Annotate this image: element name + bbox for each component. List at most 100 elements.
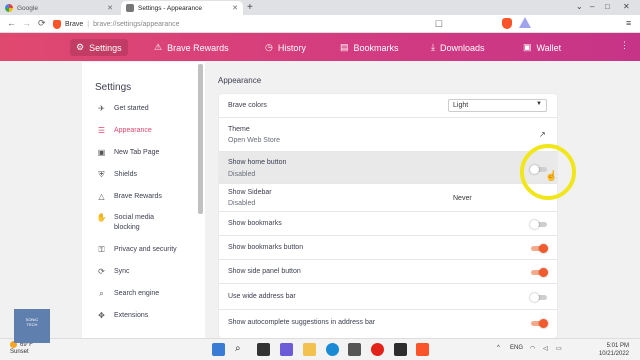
setting-subtitle: Open Web Store	[228, 137, 281, 144]
windows-taskbar: 69°F Sunset ⌕ ^ ENG ◠ ◁ ▭ 5:01 PM 10/21/…	[0, 338, 640, 360]
show-autocomplete-suggestions-toggle[interactable]	[530, 319, 548, 328]
channel-watermark: SONIC TECH	[14, 309, 50, 343]
store-icon[interactable]	[348, 343, 361, 356]
url-text[interactable]: brave://settings/appearance	[93, 21, 179, 28]
sidebar-item-privacy-and-security[interactable]: ⚿ Privacy and security	[96, 245, 196, 255]
minimize-button[interactable]: –	[590, 2, 594, 11]
external-link-icon[interactable]: ↗	[539, 130, 546, 139]
sidebar-scrollbar[interactable]	[198, 64, 203, 214]
rewards-icon: △	[98, 192, 105, 201]
use-wide-address-bar-toggle[interactable]	[530, 293, 548, 302]
show-side-panel-button-toggle[interactable]	[530, 268, 548, 277]
more-icon[interactable]: ⋮	[620, 40, 629, 51]
weather-desc: Sunset	[10, 349, 29, 356]
brave-rewards-icon[interactable]	[519, 17, 531, 28]
new-tab-icon: ▣	[97, 148, 106, 157]
back-button[interactable]: ←	[7, 18, 16, 28]
setting-title: Show side panel button	[228, 268, 301, 275]
nav-settings[interactable]: ⚙ Settings	[70, 39, 128, 56]
windows-start-icon[interactable]	[212, 343, 225, 356]
sidebar-item-new-tab-page[interactable]: ▣ New Tab Page	[96, 148, 196, 158]
settings-top-nav: ⚙ Settings ⚠ Brave Rewards ◷ History ▤ B…	[0, 33, 640, 61]
setting-row-show-side-panel-button[interactable]: Show side panel button	[219, 260, 557, 284]
brave-taskbar-icon[interactable]	[416, 343, 429, 356]
reload-button[interactable]: ⟳	[38, 18, 46, 29]
sidebar-item-get-started[interactable]: ✈ Get started	[96, 104, 196, 114]
search-icon[interactable]: ⌕	[235, 343, 248, 356]
setting-row-show-bookmarks[interactable]: Show bookmarks	[219, 212, 557, 236]
nav-downloads[interactable]: ⤓ Downloads	[425, 39, 491, 56]
sidebar-item-shields[interactable]: ⛨ Shields	[96, 170, 196, 180]
site-name: Brave	[65, 20, 84, 28]
language-indicator[interactable]: ENG	[510, 345, 523, 351]
show-bookmarks-button-toggle[interactable]	[530, 244, 548, 253]
menu-icon[interactable]: ≡	[626, 18, 631, 28]
tab-close-icon[interactable]: ✕	[232, 4, 238, 12]
opera-icon[interactable]	[371, 343, 384, 356]
settings-favicon-icon	[126, 4, 134, 12]
history-icon: ◷	[265, 42, 273, 52]
sidebar-item-search-engine[interactable]: ⌕ Search engine	[96, 289, 196, 299]
nav-history[interactable]: ◷ History	[259, 39, 312, 56]
toggle-knob	[530, 293, 539, 302]
forward-button[interactable]: →	[22, 18, 31, 28]
setting-title: Use wide address bar	[228, 293, 296, 300]
new-tab-button[interactable]: +	[247, 2, 253, 13]
nav-bookmarks[interactable]: ▤ Bookmarks	[334, 39, 405, 56]
chevron-down-icon[interactable]: ⌄	[576, 2, 583, 11]
tab-google[interactable]: Google ✕	[0, 1, 118, 15]
battery-icon[interactable]: ▭	[556, 345, 562, 352]
nav-wallet[interactable]: ▣ Wallet	[517, 39, 567, 56]
weather-widget[interactable]: 69°F Sunset	[10, 341, 33, 356]
task-view-icon[interactable]	[257, 343, 270, 356]
close-window-button[interactable]: ✕	[623, 2, 630, 11]
setting-row-show-bookmarks-button[interactable]: Show bookmarks button	[219, 236, 557, 260]
setting-row-show-home-button[interactable]: Show home button Disabled	[219, 152, 557, 184]
watermark-line: TECH	[26, 322, 38, 327]
clock-date: 10/21/2022	[598, 351, 629, 357]
tab-settings-appearance[interactable]: Settings - Appearance ✕	[121, 1, 243, 15]
setting-subtitle: Disabled	[228, 171, 256, 178]
file-explorer-icon[interactable]	[303, 343, 316, 356]
tab-close-icon[interactable]: ✕	[107, 4, 113, 12]
sidebar-item-label: Extensions	[114, 312, 149, 319]
clock-time: 5:01 PM	[606, 343, 629, 349]
sidebar-item-label: Search engine	[114, 290, 160, 297]
sidebar-item-appearance[interactable]: ☰ Appearance	[96, 126, 196, 136]
nav-brave-rewards[interactable]: ⚠ Brave Rewards	[148, 39, 235, 56]
sync-icon: ⟳	[98, 267, 105, 276]
privacy-icon: ⚿	[98, 245, 105, 254]
sidebar-item-extensions[interactable]: ✥ Extensions	[96, 311, 196, 321]
sidebar-item-label: Shields	[114, 171, 137, 178]
address-bar[interactable]: Brave | brave://settings/appearance ☐	[53, 17, 443, 31]
tray-chevron-icon[interactable]: ^	[497, 345, 500, 351]
edge-icon[interactable]	[326, 343, 339, 356]
brave-colors-select[interactable]: Light ▼	[448, 99, 547, 112]
setting-row-show-autocomplete-suggestions[interactable]: Show autocomplete suggestions in address…	[219, 310, 557, 336]
sidebar-item-social-media-blocking[interactable]: ✋ Social media blocking	[96, 213, 166, 233]
brave-lion-icon	[53, 19, 61, 29]
toggle-knob	[539, 244, 548, 253]
nav-label: Bookmarks	[353, 42, 399, 53]
system-clock[interactable]: 5:01 PM 10/21/2022	[587, 342, 629, 358]
browser-toolbar: ← → ⟳ Brave | brave://settings/appearanc…	[0, 15, 640, 33]
show-bookmarks-toggle[interactable]	[530, 220, 548, 229]
brave-shields-icon[interactable]	[502, 18, 512, 29]
settings-sidebar: Settings ✈ Get started ☰ Appearance ▣ Ne…	[82, 62, 205, 338]
setting-row-use-wide-address-bar[interactable]: Use wide address bar	[219, 284, 557, 310]
volume-icon[interactable]: ◁	[543, 345, 548, 352]
toggle-knob	[539, 319, 548, 328]
wallet-icon: ▣	[523, 42, 532, 52]
nav-label: History	[277, 42, 306, 53]
extensions-icon: ✥	[98, 311, 105, 320]
sidebar-item-label: Privacy and security	[114, 246, 177, 253]
maximize-button[interactable]: □	[605, 2, 610, 11]
sidebar-item-sync[interactable]: ⟳ Sync	[96, 267, 196, 277]
bookmark-icon[interactable]: ☐	[435, 19, 443, 30]
section-title: Appearance	[218, 76, 262, 85]
chat-icon[interactable]	[280, 343, 293, 356]
sidebar-item-brave-rewards[interactable]: △ Brave Rewards	[96, 192, 196, 202]
wifi-icon[interactable]: ◠	[530, 345, 535, 352]
setting-row-theme[interactable]: Theme Open Web Store ↗	[219, 118, 557, 152]
app-icon[interactable]	[394, 343, 407, 356]
